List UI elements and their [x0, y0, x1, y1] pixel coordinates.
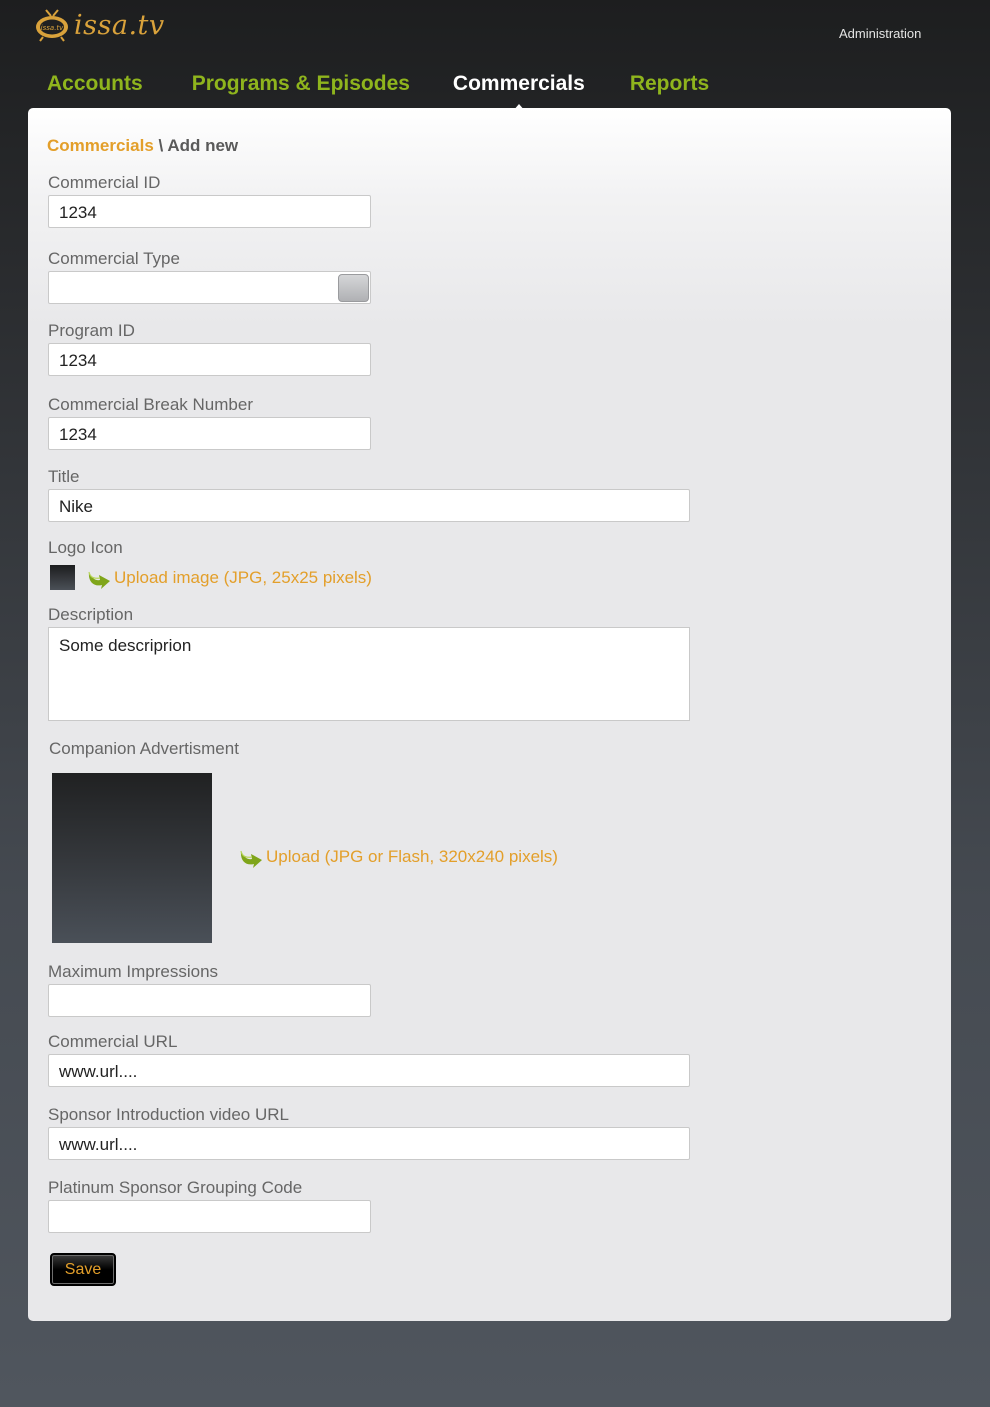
break-number-label: Commercial Break Number: [48, 395, 253, 414]
commercial-id-input[interactable]: 1234: [48, 195, 371, 228]
program-id-input[interactable]: 1234: [48, 343, 371, 376]
max-impressions-input[interactable]: [48, 984, 371, 1017]
administration-link[interactable]: Administration: [839, 26, 921, 41]
content-panel: Commercials \ Add new Commercial ID 1234…: [28, 108, 951, 1321]
commercial-id-label: Commercial ID: [48, 173, 161, 192]
logo-icon-label: Logo Icon: [48, 538, 123, 557]
sponsor-video-url-label: Sponsor Introduction video URL: [48, 1105, 289, 1124]
save-button[interactable]: Save: [50, 1253, 116, 1286]
upload-logo-link[interactable]: Upload image (JPG, 25x25 pixels): [85, 566, 372, 590]
companion-ad-label: Companion Advertisment: [49, 739, 239, 758]
description-textarea[interactable]: Some descriprion: [48, 627, 690, 721]
sponsor-video-url-input[interactable]: www.url....: [48, 1127, 690, 1160]
program-id-label: Program ID: [48, 321, 135, 340]
nav-tab-accounts[interactable]: Accounts: [47, 72, 143, 96]
commercial-url-input[interactable]: www.url....: [48, 1054, 690, 1087]
title-label: Title: [48, 467, 80, 486]
tv-logo-icon: issa.tv: [34, 8, 70, 42]
svg-text:issa.tv: issa.tv: [41, 24, 64, 32]
platinum-code-label: Platinum Sponsor Grouping Code: [48, 1178, 303, 1197]
description-label: Description: [48, 605, 134, 624]
upload-arrow-icon: [88, 571, 110, 589]
logo-text: issa.tv: [74, 9, 165, 41]
dropdown-button[interactable]: [338, 274, 369, 302]
max-impressions-label: Maximum Impressions: [48, 962, 219, 981]
upload-companion-link[interactable]: Upload (JPG or Flash, 320x240 pixels): [237, 845, 558, 869]
title-input[interactable]: Nike: [48, 489, 690, 522]
companion-ad-preview: [52, 773, 212, 943]
commercial-url-label: Commercial URL: [48, 1032, 178, 1051]
breadcrumb-current: Add new: [167, 136, 239, 155]
main-nav: Accounts Programs & Episodes Commercials…: [47, 72, 709, 111]
breadcrumb-separator: \: [153, 136, 168, 155]
upload-arrow-icon: [240, 850, 262, 868]
logo[interactable]: issa.tv issa.tv: [34, 8, 165, 42]
break-number-input[interactable]: 1234: [48, 417, 371, 450]
upload-logo-label: Upload image (JPG, 25x25 pixels): [114, 568, 372, 587]
platinum-code-input[interactable]: [48, 1200, 371, 1233]
nav-tab-reports[interactable]: Reports: [630, 72, 709, 96]
nav-tab-programs-episodes[interactable]: Programs & Episodes: [192, 72, 410, 96]
commercial-type-label: Commercial Type: [48, 249, 180, 268]
logo-icon-preview: [50, 565, 75, 590]
nav-tab-commercials[interactable]: Commercials: [453, 72, 585, 111]
breadcrumb-commercials-link[interactable]: Commercials: [47, 136, 154, 155]
upload-companion-label: Upload (JPG or Flash, 320x240 pixels): [266, 847, 558, 866]
breadcrumb: Commercials \ Add new: [47, 136, 238, 156]
commercial-type-select[interactable]: [48, 271, 371, 304]
